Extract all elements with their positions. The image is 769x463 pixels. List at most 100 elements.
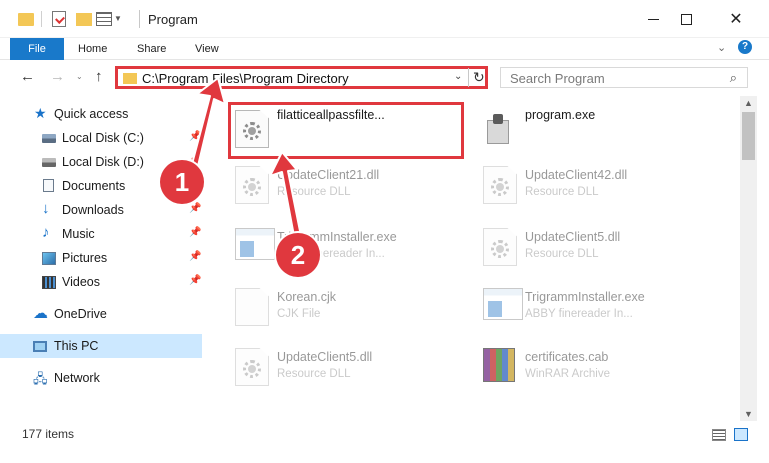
- sidebar-item-label: Pictures: [62, 251, 108, 265]
- disk-icon: [42, 134, 56, 143]
- refresh-icon[interactable]: ↻: [473, 69, 485, 86]
- exe-icon: [483, 288, 523, 320]
- search-icon[interactable]: ⌕: [730, 70, 737, 86]
- file-type: CJK File: [277, 308, 321, 320]
- customize-toolbar-chevron-icon[interactable]: ▼: [114, 14, 122, 23]
- documents-icon: [43, 179, 54, 192]
- ribbon: File Home Share View ⌄ ?: [0, 38, 769, 60]
- program-icon: [483, 110, 517, 148]
- file-type: Resource DLL: [525, 248, 599, 260]
- file-icon: [235, 288, 269, 326]
- close-button[interactable]: ✕: [713, 0, 759, 38]
- pin-icon[interactable]: 📌: [189, 227, 201, 238]
- pin-icon[interactable]: 📌: [189, 203, 201, 214]
- new-folder-icon[interactable]: [76, 13, 92, 26]
- view-list-icon[interactable]: [96, 12, 112, 26]
- sidebar-item-network[interactable]: 🖧 Network: [0, 366, 202, 390]
- pictures-icon: [42, 252, 56, 265]
- file-item[interactable]: UpdateClient5.dll Resource DLL: [477, 220, 715, 272]
- tab-share[interactable]: Share: [129, 38, 174, 60]
- file-item[interactable]: TrigrammInstaller.exe ABBY finereader In…: [229, 220, 467, 272]
- file-item[interactable]: UpdateClient42.dll Resource DLL: [477, 158, 715, 210]
- tab-file[interactable]: File: [10, 38, 64, 60]
- file-item[interactable]: UpdateClient5.dll Resource DLL: [229, 340, 467, 392]
- file-item[interactable]: program.exe: [477, 102, 715, 154]
- file-item[interactable]: UpdateClient21.dll Resource DLL: [229, 158, 467, 210]
- title-divider: [139, 10, 140, 28]
- sidebar-item-label: Local Disk (D:): [62, 155, 144, 169]
- file-name: TrigrammInstaller.exe: [525, 290, 645, 304]
- file-name: program.exe: [525, 108, 596, 122]
- back-arrow-icon[interactable]: ←: [20, 68, 35, 85]
- help-icon[interactable]: ?: [738, 40, 752, 54]
- maximize-button[interactable]: [663, 0, 709, 38]
- dll-icon: [483, 166, 517, 204]
- properties-icon[interactable]: [52, 11, 66, 27]
- forward-arrow-icon[interactable]: →: [50, 68, 65, 85]
- sidebar-item-pictures[interactable]: Pictures 📌: [0, 246, 202, 270]
- scroll-down-icon[interactable]: ▼: [744, 409, 753, 419]
- window-title: Program: [148, 12, 198, 27]
- address-path[interactable]: C:\Program Files\Program Directory: [142, 71, 349, 86]
- file-item[interactable]: filatticeallpassfilte...: [229, 102, 467, 154]
- navigation-pane: ★ Quick access Local Disk (C:) 📌 Local D…: [0, 96, 205, 421]
- file-type: ABBY finereader In...: [525, 308, 633, 320]
- sidebar-item-quick-access[interactable]: ★ Quick access: [0, 102, 202, 126]
- file-name: filatticeallpassfilte...: [277, 108, 385, 122]
- videos-icon: [42, 276, 56, 289]
- address-divider: [468, 68, 469, 87]
- pin-icon[interactable]: 📌: [189, 251, 201, 262]
- file-name: UpdateClient5.dll: [525, 230, 621, 244]
- item-count: 177 items: [22, 427, 75, 441]
- large-icons-view-icon[interactable]: [734, 428, 748, 441]
- file-name: Korean.cjk: [277, 290, 337, 304]
- address-bar[interactable]: C:\Program Files\Program Directory ⌄ ↻: [115, 66, 488, 89]
- tab-view[interactable]: View: [187, 38, 227, 60]
- file-type: WinRAR Archive: [525, 368, 610, 380]
- pin-icon[interactable]: 📌: [189, 275, 201, 286]
- scrollbar-thumb[interactable]: [742, 112, 755, 160]
- network-icon: 🖧: [33, 371, 48, 386]
- minimize-icon: [647, 18, 659, 20]
- exe-icon: [235, 228, 275, 260]
- sidebar-item-label: Local Disk (C:): [62, 131, 144, 145]
- pin-icon[interactable]: 📌: [189, 131, 201, 142]
- navigation-bar: ← → ⌄ ↑ C:\Program Files\Program Directo…: [0, 60, 769, 96]
- folder-icon: [123, 73, 137, 84]
- scroll-up-icon[interactable]: ▲: [744, 98, 753, 108]
- step-2-badge: 2: [276, 233, 320, 277]
- dll-icon: [235, 166, 269, 204]
- status-bar: 177 items: [0, 421, 769, 463]
- sidebar-item-local-disk-c[interactable]: Local Disk (C:) 📌: [0, 126, 202, 150]
- file-type: Resource DLL: [277, 368, 351, 380]
- details-view-icon[interactable]: [712, 429, 726, 441]
- folder-icon[interactable]: [18, 13, 34, 26]
- music-icon: ♪: [42, 224, 50, 241]
- toolbar-divider: [41, 11, 42, 27]
- sidebar-item-onedrive[interactable]: ☁ OneDrive: [0, 302, 202, 326]
- step-1-badge: 1: [160, 160, 204, 204]
- address-dropdown-chevron-icon[interactable]: ⌄: [454, 71, 462, 82]
- file-name: certificates.cab: [525, 350, 609, 364]
- sidebar-item-label: OneDrive: [54, 307, 107, 321]
- search-input[interactable]: Search Program ⌕: [500, 67, 748, 88]
- search-placeholder: Search Program: [510, 71, 605, 86]
- sidebar-item-label: Videos: [62, 275, 100, 289]
- recent-locations-chevron-icon[interactable]: ⌄: [76, 72, 83, 81]
- file-item[interactable]: Korean.cjk CJK File: [229, 280, 467, 332]
- sidebar-item-label: Music: [62, 227, 95, 241]
- up-arrow-icon[interactable]: ↑: [95, 68, 103, 85]
- file-item[interactable]: certificates.cab WinRAR Archive: [477, 340, 715, 392]
- tab-home[interactable]: Home: [70, 38, 115, 60]
- file-item[interactable]: TrigrammInstaller.exe ABBY finereader In…: [477, 280, 715, 332]
- sidebar-item-music[interactable]: ♪ Music 📌: [0, 222, 202, 246]
- vertical-scrollbar[interactable]: ▲ ▼: [740, 96, 757, 421]
- expand-ribbon-chevron-icon[interactable]: ⌄: [717, 41, 726, 54]
- dll-icon: [235, 110, 269, 148]
- file-name: UpdateClient5.dll: [277, 350, 373, 364]
- sidebar-item-this-pc[interactable]: This PC: [0, 334, 202, 358]
- sidebar-item-label: Network: [54, 371, 100, 385]
- sidebar-item-videos[interactable]: Videos 📌: [0, 270, 202, 294]
- cab-icon: [483, 348, 515, 382]
- dll-icon: [235, 348, 269, 386]
